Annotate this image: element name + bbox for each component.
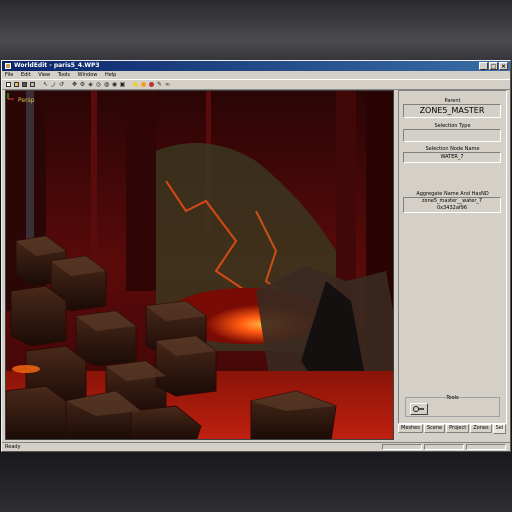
object-icon[interactable]: [148, 81, 155, 88]
parent-field[interactable]: ZONE5_MASTER: [403, 104, 501, 118]
aggregate-name-value: zone5_master__water_7: [421, 198, 483, 204]
status-text: Ready: [5, 444, 21, 450]
viewport-persp-label: Persp: [18, 97, 35, 104]
tab-sel[interactable]: Sel: [492, 424, 507, 434]
menu-window[interactable]: Window: [75, 71, 101, 79]
globe-icon[interactable]: ◍: [103, 81, 110, 88]
light-icon[interactable]: [132, 81, 139, 88]
wrench-icon: [413, 406, 424, 412]
pointer-icon[interactable]: ↖: [42, 81, 49, 88]
title-bar[interactable]: WorldEdit - paris5_4.WP3 _ □ ×: [2, 61, 510, 71]
tools-group: Tools: [405, 395, 500, 417]
target-icon[interactable]: ◎: [95, 81, 102, 88]
selection-type-field[interactable]: [403, 129, 501, 142]
window-controls: _ □ ×: [479, 62, 508, 70]
sun-icon[interactable]: [140, 81, 147, 88]
open-folder-icon[interactable]: [13, 81, 20, 88]
new-file-icon[interactable]: [5, 81, 12, 88]
axis-gizmo-icon: [7, 93, 14, 100]
select-icon[interactable]: ◈: [87, 81, 94, 88]
save-icon[interactable]: [21, 81, 28, 88]
move-icon[interactable]: ✥: [71, 81, 78, 88]
window-title: WorldEdit - paris5_4.WP3: [14, 62, 100, 69]
aggregate-field[interactable]: zone5_master__water_7 0x3432af96: [403, 197, 501, 213]
minimize-button[interactable]: _: [479, 62, 488, 70]
menu-tools[interactable]: Tools: [55, 71, 73, 79]
brush-icon[interactable]: ✎: [156, 81, 163, 88]
draw-icon[interactable]: ノ: [50, 81, 57, 89]
tool-button[interactable]: [410, 403, 428, 415]
lava-scene: [6, 91, 393, 439]
tools-label: Tools: [446, 395, 459, 401]
properties-panel: Parent ZONE5_MASTER Selection Type Selec…: [398, 90, 507, 424]
rotate-icon[interactable]: ↺: [58, 81, 65, 88]
app-icon: [5, 63, 11, 69]
print-icon[interactable]: [29, 81, 36, 88]
tab-project[interactable]: Project: [446, 424, 470, 433]
menu-edit[interactable]: Edit: [18, 71, 34, 79]
status-cell: [424, 444, 464, 450]
status-cell: [466, 444, 506, 450]
3d-viewport[interactable]: Persp: [5, 90, 394, 440]
panel-tabs: Meshes Scene Project Zones Sel: [398, 424, 507, 434]
menu-help[interactable]: Help: [102, 71, 119, 79]
selection-node-field[interactable]: WATER_7: [403, 152, 501, 163]
menu-view[interactable]: View: [35, 71, 53, 79]
toolbar: ↖ ノ ↺ ✥ ⚙ ◈ ◎ ◍ ◉ ▣ ✎ ∞: [2, 79, 510, 90]
close-button[interactable]: ×: [499, 62, 508, 70]
gear-icon[interactable]: ⚙: [79, 81, 86, 88]
view-icon[interactable]: ◉: [111, 81, 118, 88]
status-bar: Ready: [2, 442, 510, 451]
tab-scene[interactable]: Scene: [423, 424, 446, 433]
menu-file[interactable]: File: [2, 71, 16, 79]
tab-zones[interactable]: Zones: [470, 424, 492, 433]
aggregate-hash-value: 0x3432af96: [436, 205, 468, 211]
worldedit-window: WorldEdit - paris5_4.WP3 _ □ × File Edit…: [1, 60, 511, 452]
maximize-button[interactable]: □: [489, 62, 498, 70]
camera-icon[interactable]: ▣: [119, 81, 126, 88]
status-cell: [382, 444, 422, 450]
link-icon[interactable]: ∞: [164, 81, 171, 88]
tab-meshes[interactable]: Meshes: [398, 424, 423, 433]
menu-bar: File Edit View Tools Window Help: [2, 71, 510, 79]
